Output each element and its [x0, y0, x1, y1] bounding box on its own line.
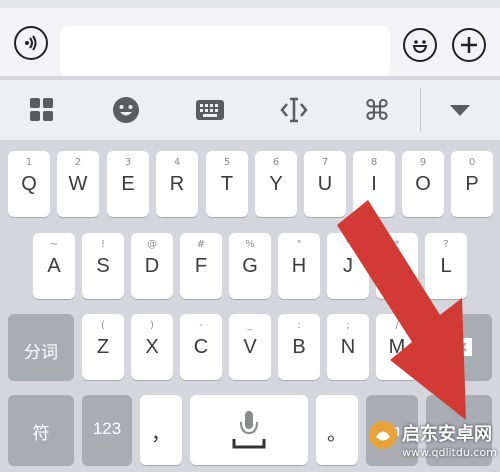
- watermark: 启东安卓网 www.qdlitdu.com: [366, 410, 500, 470]
- red-arrow-annotation: [337, 200, 466, 420]
- watermark-title: 启东安卓网: [402, 424, 492, 445]
- watermark-url: www.qdlitdu.com: [402, 446, 497, 459]
- watermark-logo-icon: [369, 421, 397, 449]
